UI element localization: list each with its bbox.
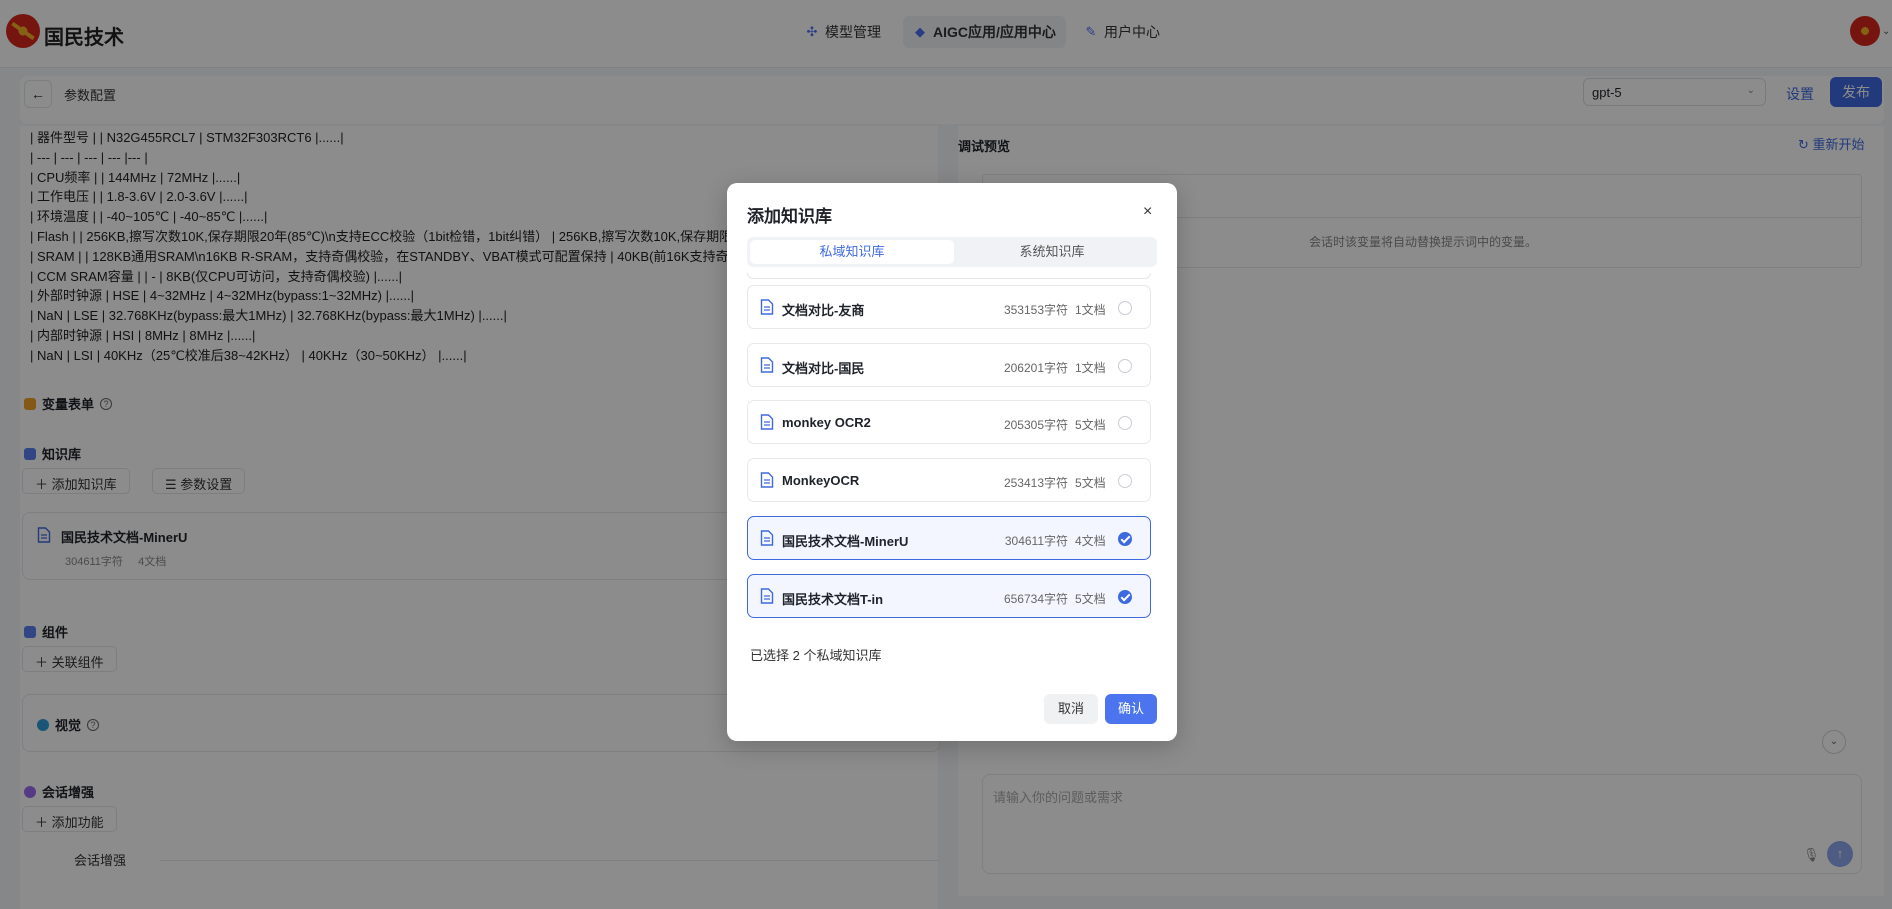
kb-item[interactable]: monkey OCR2 205305字符 5文档 <box>747 400 1151 444</box>
document-icon <box>760 299 774 315</box>
kb-checkbox-checked[interactable] <box>1118 590 1132 604</box>
document-icon <box>760 472 774 488</box>
document-icon <box>760 588 774 604</box>
kb-item-selected[interactable]: 国民技术文档T-in 656734字符 5文档 <box>747 574 1151 618</box>
kb-tabs: 私域知识库 系统知识库 <box>747 237 1157 267</box>
kb-checkbox-checked[interactable] <box>1118 532 1132 546</box>
tab-system-kb[interactable]: 系统知识库 <box>950 240 1154 264</box>
add-knowledge-base-dialog: 添加知识库 × 私域知识库 系统知识库 文档对比-友商 353153字符 1文档… <box>727 183 1177 741</box>
tab-private-kb[interactable]: 私域知识库 <box>750 240 954 264</box>
kb-checkbox[interactable] <box>1118 359 1132 373</box>
document-icon <box>760 357 774 373</box>
document-icon <box>760 414 774 430</box>
document-icon <box>760 530 774 546</box>
kb-item[interactable]: 文档对比-国民 206201字符 1文档 <box>747 343 1151 387</box>
kb-list[interactable]: 文档对比-友商 353153字符 1文档 文档对比-国民 206201字符 1文… <box>747 273 1157 648</box>
dialog-title: 添加知识库 <box>747 207 832 226</box>
kb-item-selected[interactable]: 国民技术文档-MinerU 304611字符 4文档 <box>747 516 1151 560</box>
kb-checkbox[interactable] <box>1118 416 1132 430</box>
kb-item[interactable]: 文档对比-友商 353153字符 1文档 <box>747 285 1151 329</box>
selected-count: 已选择 2 个私域知识库 <box>750 648 882 663</box>
kb-checkbox[interactable] <box>1118 474 1132 488</box>
confirm-button[interactable]: 确认 <box>1105 694 1157 724</box>
kb-item[interactable]: MonkeyOCR 253413字符 5文档 <box>747 458 1151 502</box>
cancel-button[interactable]: 取消 <box>1044 694 1098 724</box>
kb-checkbox[interactable] <box>1118 301 1132 315</box>
close-icon[interactable]: × <box>1143 203 1152 221</box>
list-item[interactable] <box>747 273 1151 279</box>
